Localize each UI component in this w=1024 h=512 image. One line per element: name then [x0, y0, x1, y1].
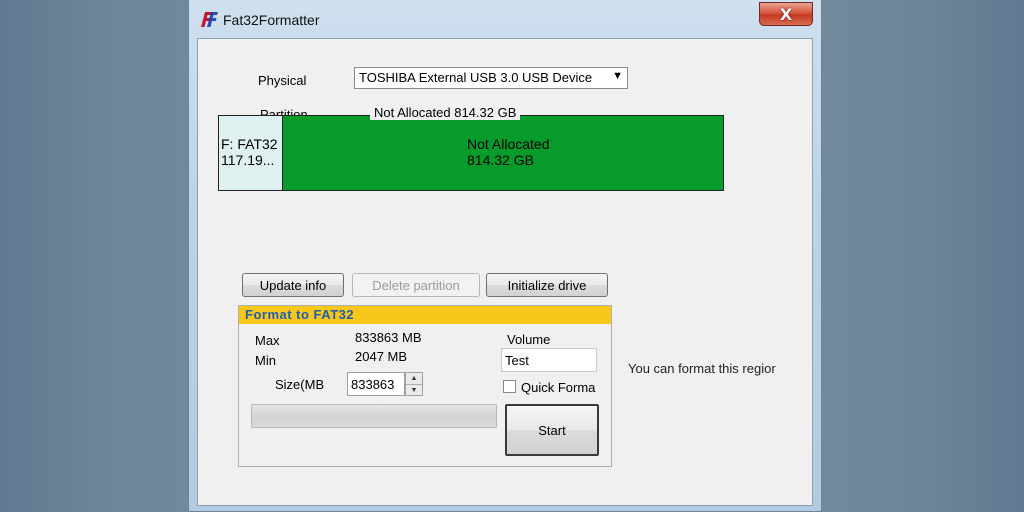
physical-device-select[interactable]: TOSHIBA External USB 3.0 USB Device ▼	[354, 67, 628, 89]
volume-input[interactable]	[501, 348, 597, 372]
initialize-drive-button[interactable]: Initialize drive	[486, 273, 608, 297]
max-value: 833863 MB	[355, 330, 422, 345]
quick-format-label: Quick Forma	[521, 380, 596, 395]
close-button[interactable]: X	[759, 2, 813, 26]
max-label: Max	[255, 333, 280, 348]
chevron-up-icon[interactable]: ▲	[406, 373, 422, 385]
physical-device-value: TOSHIBA External USB 3.0 USB Device	[359, 70, 593, 85]
unallocated-size: 814.32 GB	[467, 152, 534, 168]
min-label: Min	[255, 353, 276, 368]
size-input[interactable]	[347, 372, 405, 396]
close-icon: X	[779, 4, 793, 24]
format-hint-text: You can format this regior	[628, 361, 776, 376]
partition-segment-unallocated[interactable]: Not Allocated 814.32 GB	[282, 115, 724, 191]
format-group-title: Format to FAT32	[239, 306, 611, 324]
fat32-logo-icon	[199, 9, 219, 29]
partition-f-size: 117.19...	[221, 152, 275, 168]
volume-label: Volume	[507, 332, 551, 347]
partition-f-name: F: FAT32	[221, 136, 278, 152]
start-button[interactable]: Start	[505, 404, 599, 456]
chevron-down-icon[interactable]: ▼	[406, 385, 422, 396]
dropdown-arrow-icon: ▼	[612, 70, 623, 82]
size-label: Size(MB	[275, 377, 325, 392]
app-window: Fat32Formatter X Physical TOSHIBA Extern…	[188, 0, 822, 512]
size-stepper[interactable]: ▲ ▼	[405, 372, 423, 396]
partition-caption: Not Allocated 814.32 GB	[370, 105, 521, 120]
format-progress-bar	[251, 404, 497, 428]
delete-partition-button[interactable]: Delete partition	[352, 273, 480, 297]
quick-format-checkbox[interactable]	[503, 380, 516, 393]
physical-label: Physical	[258, 73, 307, 88]
update-info-button[interactable]: Update info	[242, 273, 344, 297]
window-title: Fat32Formatter	[223, 12, 320, 28]
title-bar[interactable]: Fat32Formatter X	[189, 0, 821, 38]
unallocated-name: Not Allocated	[467, 136, 550, 152]
min-value: 2047 MB	[355, 349, 408, 364]
format-group: Format to FAT32 Max 833863 MB Min 2047 M…	[238, 305, 612, 467]
partition-segment-f[interactable]: F: FAT32 117.19...	[218, 115, 284, 191]
client-area: Physical TOSHIBA External USB 3.0 USB De…	[197, 38, 813, 506]
